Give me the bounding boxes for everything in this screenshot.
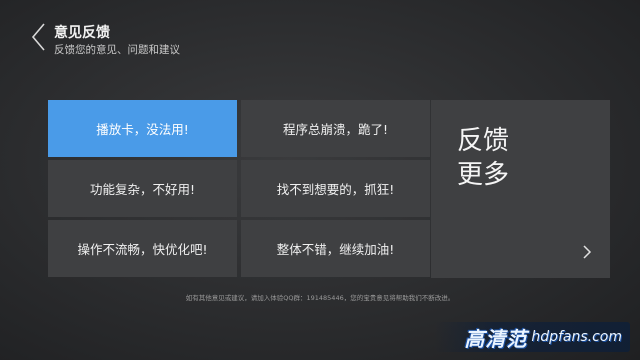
watermark-cn: 高清范 [464,326,528,351]
option-app-crash[interactable]: 程序总崩溃，跪了! [241,100,430,157]
watermark-logo: 高清范 hdpfans.com [434,322,630,352]
chevron-right-icon [583,245,592,259]
chevron-left-icon [31,23,45,51]
back-button[interactable] [30,22,48,52]
option-overall-good[interactable]: 整体不错，继续加油! [241,220,430,277]
more-feedback-line2: 更多 [457,160,510,190]
page-title: 意见反馈 [54,25,110,41]
footer-note: 如有其他意见或建议，请加入体验QQ群：191485446，您的宝贵意见将帮助我们… [185,294,455,302]
more-feedback-label: 反馈 更多 [457,124,517,192]
more-feedback-button[interactable]: 反馈 更多 [431,100,610,278]
option-not-smooth[interactable]: 操作不流畅，快优化吧! [48,220,237,277]
more-feedback-line1: 反馈 [457,126,510,156]
feedback-options-grid: 播放卡，没法用! 程序总崩溃，跪了! 功能复杂，不好用! 找不到想要的，抓狂! … [48,100,430,278]
page-subtitle: 反馈您的意见、问题和建议 [54,44,180,56]
option-too-complex[interactable]: 功能复杂，不好用! [48,160,237,217]
option-playback-stutter[interactable]: 播放卡，没法用! [48,100,237,157]
watermark-en: hdpfans.com [531,329,622,345]
option-cannot-find[interactable]: 找不到想要的，抓狂! [241,160,430,217]
